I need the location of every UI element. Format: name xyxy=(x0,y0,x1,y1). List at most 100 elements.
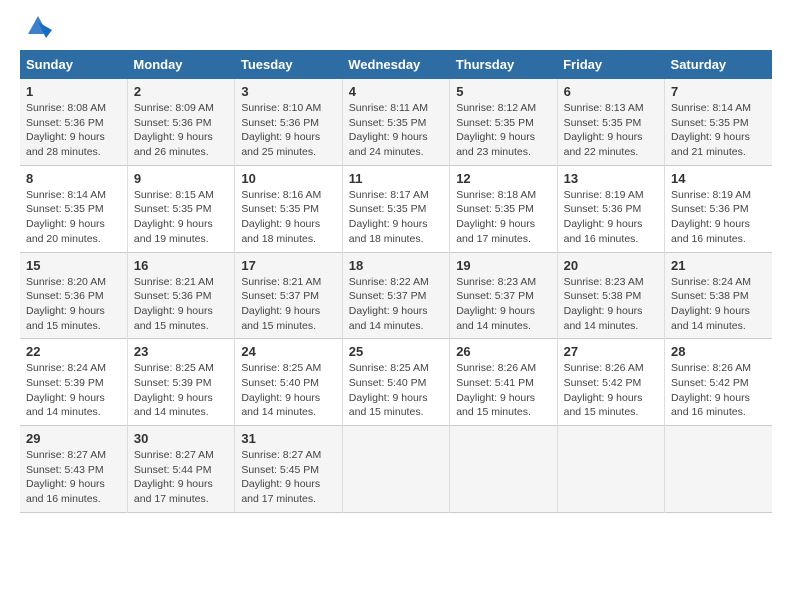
day-cell: 3 Sunrise: 8:10 AMSunset: 5:36 PMDayligh… xyxy=(235,79,342,165)
day-number: 20 xyxy=(564,258,658,273)
day-number: 28 xyxy=(671,344,766,359)
header-thursday: Thursday xyxy=(450,50,557,79)
day-info: Sunrise: 8:27 AMSunset: 5:45 PMDaylight:… xyxy=(241,449,321,505)
day-number: 12 xyxy=(456,171,550,186)
day-info: Sunrise: 8:27 AMSunset: 5:44 PMDaylight:… xyxy=(134,449,214,505)
day-number: 4 xyxy=(349,84,443,99)
header-sunday: Sunday xyxy=(20,50,127,79)
day-info: Sunrise: 8:27 AMSunset: 5:43 PMDaylight:… xyxy=(26,449,106,505)
logo xyxy=(20,20,52,40)
day-info: Sunrise: 8:11 AMSunset: 5:35 PMDaylight:… xyxy=(349,102,428,158)
week-row-2: 8 Sunrise: 8:14 AMSunset: 5:35 PMDayligh… xyxy=(20,165,772,252)
day-number: 1 xyxy=(26,84,121,99)
day-cell: 10 Sunrise: 8:16 AMSunset: 5:35 PMDaylig… xyxy=(235,165,342,252)
day-number: 16 xyxy=(134,258,228,273)
day-cell: 15 Sunrise: 8:20 AMSunset: 5:36 PMDaylig… xyxy=(20,252,127,339)
day-info: Sunrise: 8:19 AMSunset: 5:36 PMDaylight:… xyxy=(564,189,644,245)
day-cell: 6 Sunrise: 8:13 AMSunset: 5:35 PMDayligh… xyxy=(557,79,664,165)
day-info: Sunrise: 8:25 AMSunset: 5:40 PMDaylight:… xyxy=(241,362,321,418)
day-cell: 16 Sunrise: 8:21 AMSunset: 5:36 PMDaylig… xyxy=(127,252,234,339)
day-number: 3 xyxy=(241,84,335,99)
day-info: Sunrise: 8:17 AMSunset: 5:35 PMDaylight:… xyxy=(349,189,429,245)
day-number: 2 xyxy=(134,84,228,99)
day-info: Sunrise: 8:13 AMSunset: 5:35 PMDaylight:… xyxy=(564,102,644,158)
header-saturday: Saturday xyxy=(665,50,772,79)
day-cell: 25 Sunrise: 8:25 AMSunset: 5:40 PMDaylig… xyxy=(342,339,449,426)
day-cell: 11 Sunrise: 8:17 AMSunset: 5:35 PMDaylig… xyxy=(342,165,449,252)
day-info: Sunrise: 8:16 AMSunset: 5:35 PMDaylight:… xyxy=(241,189,321,245)
week-row-4: 22 Sunrise: 8:24 AMSunset: 5:39 PMDaylig… xyxy=(20,339,772,426)
day-info: Sunrise: 8:24 AMSunset: 5:38 PMDaylight:… xyxy=(671,276,751,332)
day-info: Sunrise: 8:23 AMSunset: 5:37 PMDaylight:… xyxy=(456,276,536,332)
day-number: 5 xyxy=(456,84,550,99)
calendar-table: SundayMondayTuesdayWednesdayThursdayFrid… xyxy=(20,50,772,513)
day-cell: 22 Sunrise: 8:24 AMSunset: 5:39 PMDaylig… xyxy=(20,339,127,426)
day-cell: 2 Sunrise: 8:09 AMSunset: 5:36 PMDayligh… xyxy=(127,79,234,165)
day-info: Sunrise: 8:08 AMSunset: 5:36 PMDaylight:… xyxy=(26,102,106,158)
day-number: 6 xyxy=(564,84,658,99)
day-cell: 12 Sunrise: 8:18 AMSunset: 5:35 PMDaylig… xyxy=(450,165,557,252)
day-cell xyxy=(450,426,557,513)
day-number: 21 xyxy=(671,258,766,273)
day-cell: 24 Sunrise: 8:25 AMSunset: 5:40 PMDaylig… xyxy=(235,339,342,426)
day-info: Sunrise: 8:14 AMSunset: 5:35 PMDaylight:… xyxy=(671,102,751,158)
day-info: Sunrise: 8:22 AMSunset: 5:37 PMDaylight:… xyxy=(349,276,429,332)
day-info: Sunrise: 8:20 AMSunset: 5:36 PMDaylight:… xyxy=(26,276,106,332)
day-info: Sunrise: 8:14 AMSunset: 5:35 PMDaylight:… xyxy=(26,189,106,245)
day-info: Sunrise: 8:21 AMSunset: 5:37 PMDaylight:… xyxy=(241,276,321,332)
day-number: 10 xyxy=(241,171,335,186)
day-info: Sunrise: 8:26 AMSunset: 5:42 PMDaylight:… xyxy=(671,362,751,418)
day-cell: 18 Sunrise: 8:22 AMSunset: 5:37 PMDaylig… xyxy=(342,252,449,339)
day-cell: 29 Sunrise: 8:27 AMSunset: 5:43 PMDaylig… xyxy=(20,426,127,513)
day-cell: 28 Sunrise: 8:26 AMSunset: 5:42 PMDaylig… xyxy=(665,339,772,426)
day-cell xyxy=(665,426,772,513)
day-cell: 27 Sunrise: 8:26 AMSunset: 5:42 PMDaylig… xyxy=(557,339,664,426)
day-cell: 23 Sunrise: 8:25 AMSunset: 5:39 PMDaylig… xyxy=(127,339,234,426)
day-cell: 31 Sunrise: 8:27 AMSunset: 5:45 PMDaylig… xyxy=(235,426,342,513)
day-info: Sunrise: 8:23 AMSunset: 5:38 PMDaylight:… xyxy=(564,276,644,332)
day-cell: 19 Sunrise: 8:23 AMSunset: 5:37 PMDaylig… xyxy=(450,252,557,339)
day-number: 22 xyxy=(26,344,121,359)
days-header-row: SundayMondayTuesdayWednesdayThursdayFrid… xyxy=(20,50,772,79)
day-info: Sunrise: 8:21 AMSunset: 5:36 PMDaylight:… xyxy=(134,276,214,332)
day-number: 29 xyxy=(26,431,121,446)
day-cell: 9 Sunrise: 8:15 AMSunset: 5:35 PMDayligh… xyxy=(127,165,234,252)
day-cell: 13 Sunrise: 8:19 AMSunset: 5:36 PMDaylig… xyxy=(557,165,664,252)
header-friday: Friday xyxy=(557,50,664,79)
day-info: Sunrise: 8:24 AMSunset: 5:39 PMDaylight:… xyxy=(26,362,106,418)
day-number: 27 xyxy=(564,344,658,359)
header-monday: Monday xyxy=(127,50,234,79)
day-info: Sunrise: 8:15 AMSunset: 5:35 PMDaylight:… xyxy=(134,189,214,245)
day-info: Sunrise: 8:26 AMSunset: 5:41 PMDaylight:… xyxy=(456,362,536,418)
week-row-5: 29 Sunrise: 8:27 AMSunset: 5:43 PMDaylig… xyxy=(20,426,772,513)
day-number: 15 xyxy=(26,258,121,273)
day-info: Sunrise: 8:12 AMSunset: 5:35 PMDaylight:… xyxy=(456,102,536,158)
day-info: Sunrise: 8:25 AMSunset: 5:40 PMDaylight:… xyxy=(349,362,429,418)
week-row-3: 15 Sunrise: 8:20 AMSunset: 5:36 PMDaylig… xyxy=(20,252,772,339)
day-cell: 20 Sunrise: 8:23 AMSunset: 5:38 PMDaylig… xyxy=(557,252,664,339)
day-number: 17 xyxy=(241,258,335,273)
page-header xyxy=(20,20,772,40)
day-info: Sunrise: 8:18 AMSunset: 5:35 PMDaylight:… xyxy=(456,189,536,245)
day-number: 31 xyxy=(241,431,335,446)
day-number: 13 xyxy=(564,171,658,186)
day-number: 14 xyxy=(671,171,766,186)
header-tuesday: Tuesday xyxy=(235,50,342,79)
day-cell: 8 Sunrise: 8:14 AMSunset: 5:35 PMDayligh… xyxy=(20,165,127,252)
day-info: Sunrise: 8:26 AMSunset: 5:42 PMDaylight:… xyxy=(564,362,644,418)
day-number: 30 xyxy=(134,431,228,446)
day-number: 7 xyxy=(671,84,766,99)
day-number: 24 xyxy=(241,344,335,359)
day-cell: 7 Sunrise: 8:14 AMSunset: 5:35 PMDayligh… xyxy=(665,79,772,165)
day-number: 18 xyxy=(349,258,443,273)
day-cell: 5 Sunrise: 8:12 AMSunset: 5:35 PMDayligh… xyxy=(450,79,557,165)
day-number: 23 xyxy=(134,344,228,359)
day-number: 25 xyxy=(349,344,443,359)
day-cell: 30 Sunrise: 8:27 AMSunset: 5:44 PMDaylig… xyxy=(127,426,234,513)
day-cell: 21 Sunrise: 8:24 AMSunset: 5:38 PMDaylig… xyxy=(665,252,772,339)
day-number: 9 xyxy=(134,171,228,186)
day-cell: 4 Sunrise: 8:11 AMSunset: 5:35 PMDayligh… xyxy=(342,79,449,165)
day-info: Sunrise: 8:10 AMSunset: 5:36 PMDaylight:… xyxy=(241,102,321,158)
day-number: 11 xyxy=(349,171,443,186)
week-row-1: 1 Sunrise: 8:08 AMSunset: 5:36 PMDayligh… xyxy=(20,79,772,165)
